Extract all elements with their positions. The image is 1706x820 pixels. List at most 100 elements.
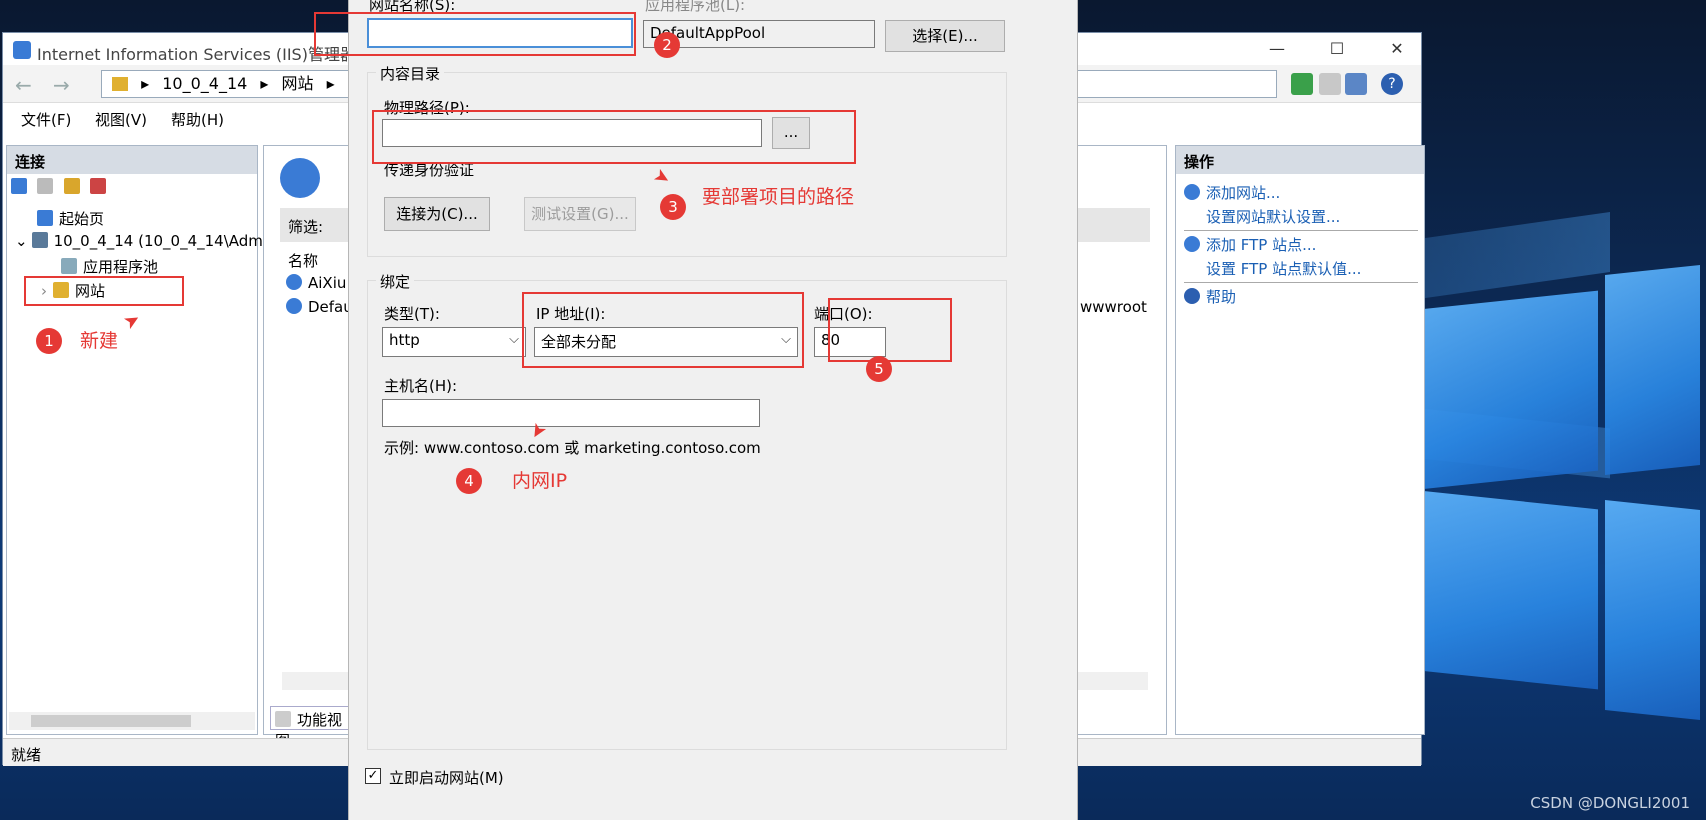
tree-item-app-pools[interactable]: 应用程序池 xyxy=(61,256,158,277)
annotation-note-1: 新建 xyxy=(80,330,119,352)
add-ftp-icon xyxy=(1184,236,1200,252)
close-icon[interactable]: ✕ xyxy=(1385,39,1409,59)
menu-help[interactable]: 帮助(H) xyxy=(171,109,224,130)
tab-feature-view[interactable]: 功能视图 xyxy=(270,706,360,750)
annotation-badge-1: 1 xyxy=(36,328,62,354)
annotation-badge-3: 3 xyxy=(660,194,686,220)
hostname-input[interactable] xyxy=(382,399,760,427)
annotation-box-sites xyxy=(24,276,184,306)
status-text: 就绪 xyxy=(11,746,42,764)
site-row[interactable]: AiXiu xyxy=(286,274,346,292)
tree-item-start-page[interactable]: 起始页 xyxy=(37,208,104,229)
type-select[interactable]: http ⌵ xyxy=(382,327,526,357)
content-directory-group: 内容目录 物理路径(P): ... 传递身份验证 连接为(C)... 测试设置(… xyxy=(367,63,1007,257)
up-folder-icon[interactable] xyxy=(63,178,80,194)
annotation-box-physical-path xyxy=(372,110,856,164)
start-immediately-label: 立即启动网站(M) xyxy=(389,769,504,787)
home-icon[interactable] xyxy=(1345,73,1367,95)
menu-view[interactable]: 视图(V) xyxy=(95,109,147,130)
annotation-box-ip-address xyxy=(522,292,804,368)
add-ftp-site-link[interactable]: 添加 FTP 站点... xyxy=(1184,234,1316,255)
app-pool-label: 应用程序池(L): xyxy=(645,0,746,14)
select-app-pool-button[interactable]: 选择(E)... xyxy=(885,20,1005,52)
help-icon[interactable]: ? xyxy=(1381,73,1403,95)
start-immediately-checkbox[interactable]: ✓ xyxy=(365,768,381,784)
help-icon xyxy=(1184,288,1200,304)
save-icon[interactable] xyxy=(37,178,54,194)
windows-logo-pane xyxy=(1420,490,1598,690)
connections-toolbar xyxy=(11,178,251,202)
server-icon xyxy=(31,232,48,248)
breadcrumb-sep-icon: ▸ xyxy=(326,74,335,93)
tree-label: 10_0_4_14 (10_0_4_14\Adm xyxy=(53,232,263,250)
globe-icon xyxy=(286,298,302,314)
type-value: http xyxy=(389,331,420,349)
disconnect-icon[interactable] xyxy=(90,178,107,194)
start-page-icon xyxy=(37,210,53,226)
filter-label: 筛选: xyxy=(288,218,324,236)
divider xyxy=(1184,282,1418,283)
maximize-icon[interactable]: ☐ xyxy=(1325,39,1349,59)
site-row[interactable]: Defau xyxy=(286,298,353,316)
back-arrow-icon[interactable]: ← xyxy=(15,73,32,97)
annotation-badge-2: 2 xyxy=(654,32,680,58)
hostname-label: 主机名(H): xyxy=(384,377,458,395)
column-header-name[interactable]: 名称 xyxy=(288,250,318,271)
site-path: wwwroot xyxy=(1080,298,1147,316)
help-link[interactable]: 帮助 xyxy=(1184,286,1236,307)
folder-icon xyxy=(112,77,128,91)
scrollbar-thumb[interactable] xyxy=(31,715,191,727)
chevron-down-icon: ⌵ xyxy=(509,332,519,347)
windows-logo-pane xyxy=(1420,290,1598,490)
stop-icon[interactable] xyxy=(1319,73,1341,95)
breadcrumb-sep-icon: ▸ xyxy=(260,74,269,93)
connections-panel: 连接 起始页 ⌄ 10_0_4_14 (10_0_4_14\Adm 应用程序池 ›… xyxy=(6,145,263,735)
breadcrumb-server[interactable]: 10_0_4_14 xyxy=(162,74,247,93)
annotation-badge-4: 4 xyxy=(456,468,482,494)
ftp-defaults-link[interactable]: 设置 FTP 站点默认值... xyxy=(1206,258,1361,279)
breadcrumb-sites[interactable]: 网站 xyxy=(282,74,314,93)
refresh-icon[interactable] xyxy=(1291,73,1313,95)
horizontal-scrollbar[interactable] xyxy=(9,712,255,730)
tree-item-server[interactable]: ⌄ 10_0_4_14 (10_0_4_14\Adm xyxy=(15,232,263,250)
watermark: CSDN @DONGLI2001 xyxy=(1530,794,1690,812)
connections-header: 连接 xyxy=(7,146,257,174)
divider xyxy=(1184,230,1418,231)
tree-label: 起始页 xyxy=(59,210,105,228)
content-group-title: 内容目录 xyxy=(376,63,445,84)
connect-as-button[interactable]: 连接为(C)... xyxy=(384,197,490,231)
minimize-icon[interactable]: — xyxy=(1265,39,1289,59)
annotation-badge-5: 5 xyxy=(866,356,892,382)
type-label: 类型(T): xyxy=(384,305,440,323)
action-label: 添加 FTP 站点... xyxy=(1206,236,1317,254)
action-label: 添加网站... xyxy=(1206,184,1281,202)
iis-app-icon xyxy=(13,41,31,59)
forward-arrow-icon[interactable]: → xyxy=(53,73,70,97)
binding-group-title: 绑定 xyxy=(376,271,415,292)
globe-icon xyxy=(286,274,302,290)
annotation-note-4: 内网IP xyxy=(512,470,568,492)
tree-label: 应用程序池 xyxy=(83,258,159,276)
add-website-link[interactable]: 添加网站... xyxy=(1184,182,1280,203)
actions-header: 操作 xyxy=(1176,146,1424,174)
globe-server-icon xyxy=(280,158,320,198)
windows-logo-pane xyxy=(1605,265,1700,475)
window-title: Internet Information Services (IIS)管理器 xyxy=(37,45,356,64)
app-pool-icon xyxy=(61,258,77,274)
hostname-example: 示例: www.contoso.com 或 marketing.contoso.… xyxy=(384,439,761,457)
site-name: Defau xyxy=(308,298,353,316)
annotation-note-3: 要部署项目的路径 xyxy=(702,186,855,208)
site-defaults-link[interactable]: 设置网站默认设置... xyxy=(1206,206,1340,227)
feature-view-icon xyxy=(275,711,291,727)
windows-logo-pane xyxy=(1605,500,1700,720)
test-settings-button[interactable]: 测试设置(G)... xyxy=(524,197,636,231)
chevron-down-icon: ⌄ xyxy=(15,232,28,250)
annotation-box-site-name xyxy=(314,12,636,56)
breadcrumb-sep-icon: ▸ xyxy=(141,74,150,93)
menu-file[interactable]: 文件(F) xyxy=(21,109,71,130)
site-name: AiXiu xyxy=(308,274,347,292)
actions-panel: 操作 添加网站... 设置网站默认设置... 添加 FTP 站点... 设置 F… xyxy=(1175,145,1425,735)
annotation-box-port xyxy=(828,298,952,362)
connect-icon[interactable] xyxy=(11,178,27,194)
action-label: 帮助 xyxy=(1206,288,1237,306)
